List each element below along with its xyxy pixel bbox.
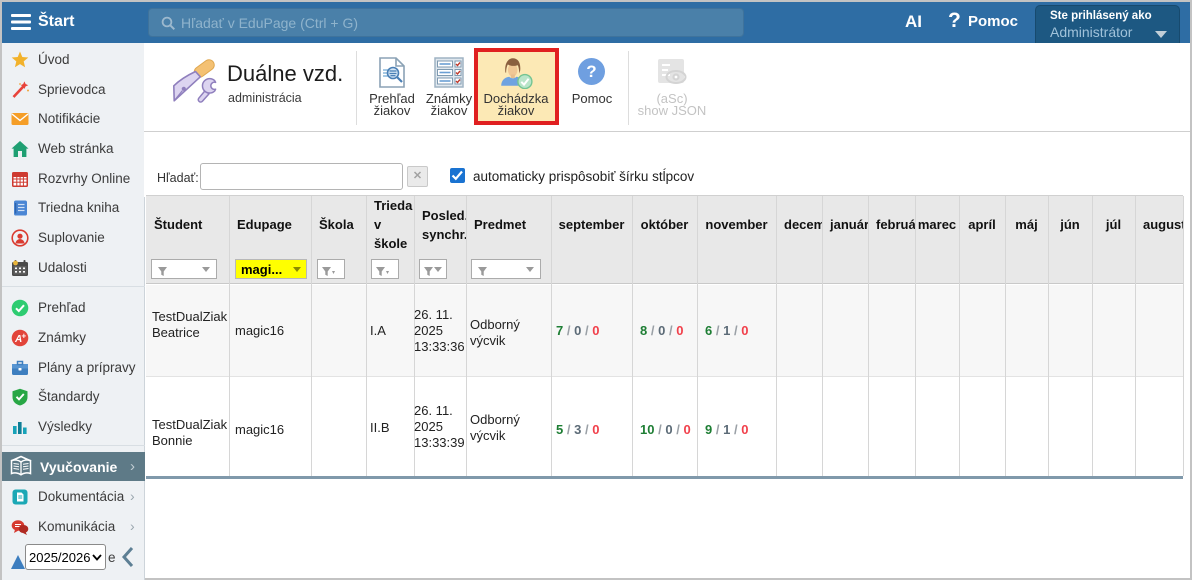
svg-text:+: +: [22, 332, 27, 341]
